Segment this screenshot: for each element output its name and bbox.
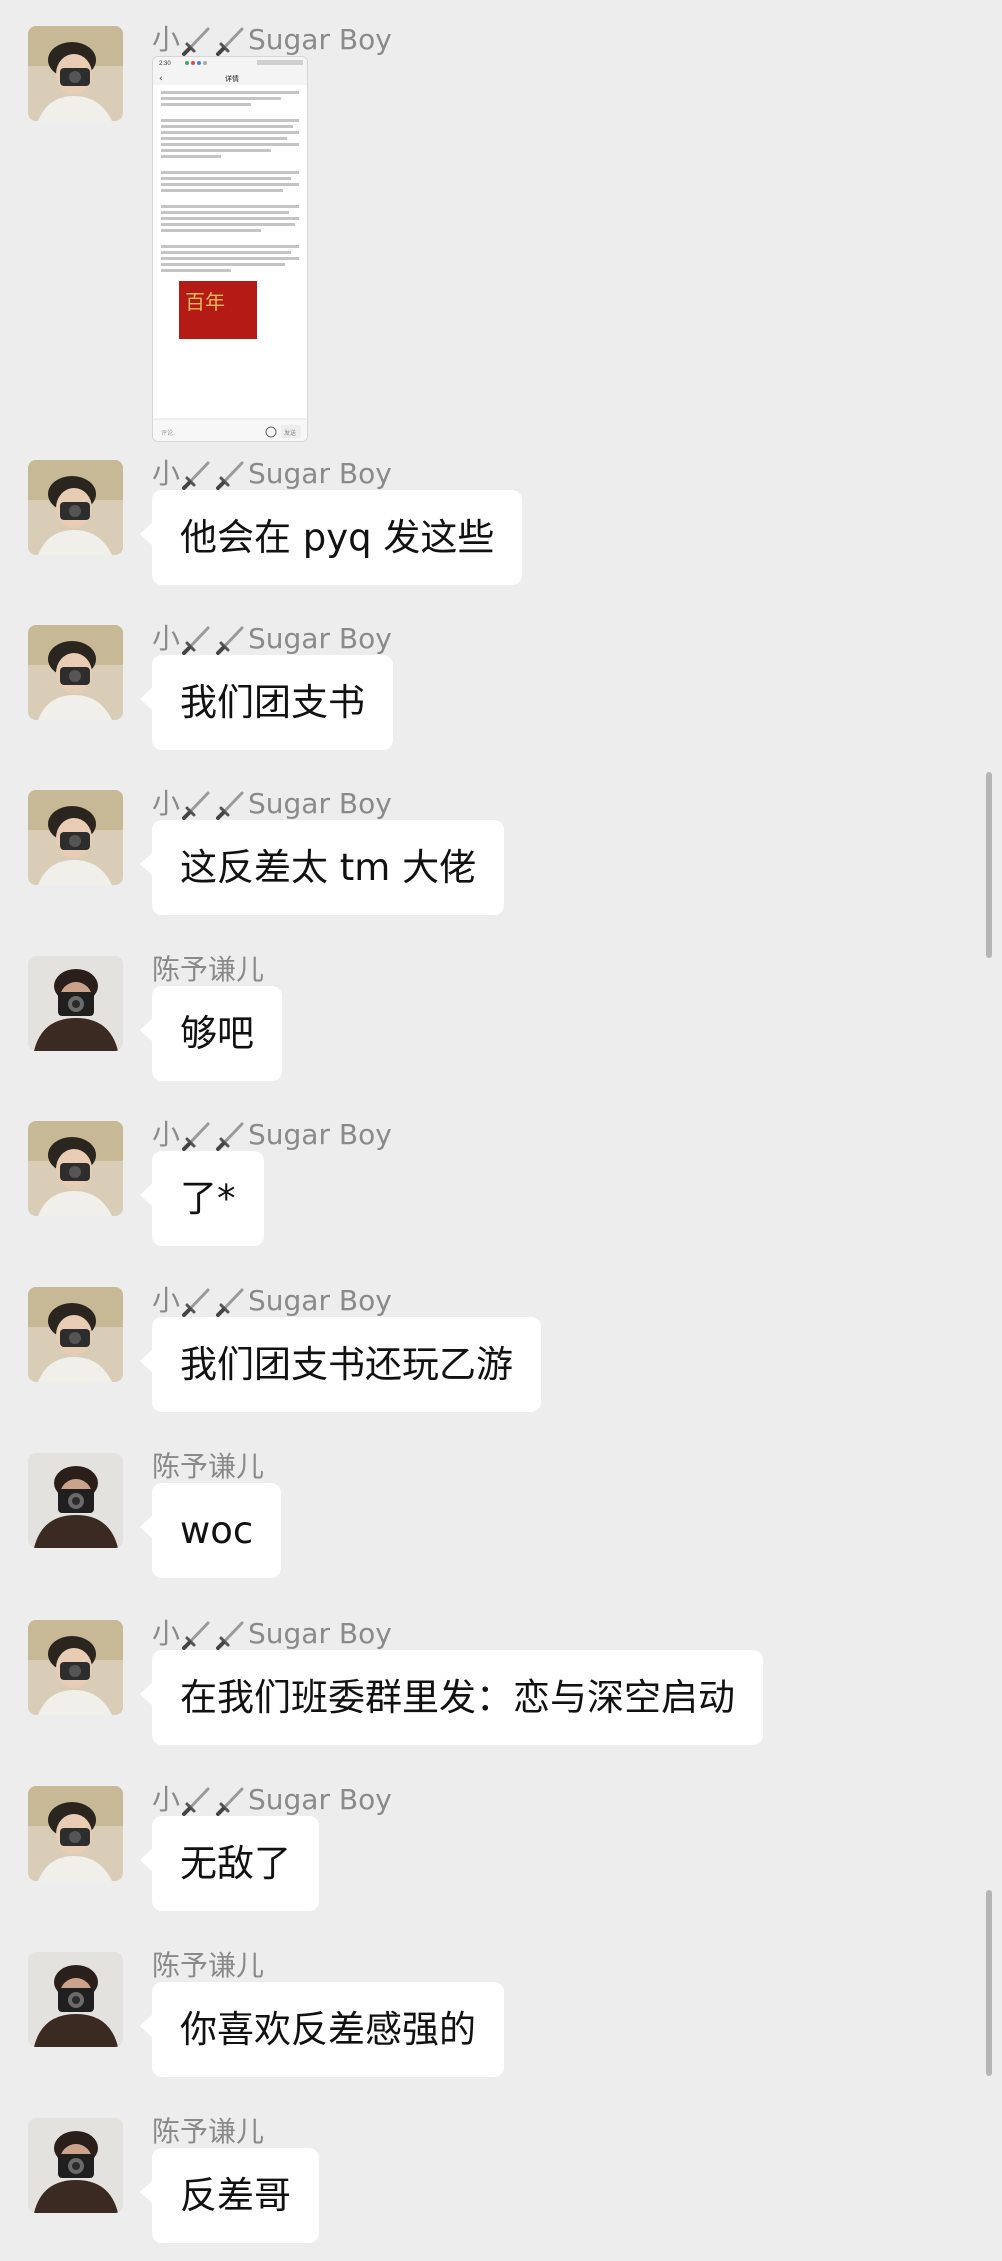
message-bubble[interactable]: 无敌了 xyxy=(140,1816,319,1911)
message-bubble[interactable]: woc xyxy=(139,1483,282,1578)
image-input-placeholder: 评论 xyxy=(161,429,173,437)
image-title: 详情 xyxy=(225,74,239,83)
sender-name: 小 Sugar Boy xyxy=(152,1783,392,1816)
dagger-icon xyxy=(216,791,244,820)
avatar-sugar-boy[interactable] xyxy=(28,1121,123,1216)
dagger-icon xyxy=(216,626,244,655)
dagger-icon xyxy=(182,626,210,655)
avatar-sugar-boy[interactable] xyxy=(28,460,123,555)
message-bubble[interactable]: 我们团支书 xyxy=(140,655,393,750)
message-bubble[interactable]: 反差哥 xyxy=(140,2148,319,2243)
dagger-icon xyxy=(216,27,244,56)
dagger-icon xyxy=(182,27,210,56)
dagger-icon xyxy=(216,1787,244,1816)
dagger-icon xyxy=(216,461,244,490)
dagger-icon xyxy=(182,1787,210,1816)
sender-name: 小 Sugar Boy xyxy=(152,622,392,655)
image-send-label: 发送 xyxy=(284,429,296,437)
dagger-icon xyxy=(182,791,210,820)
message-bubble[interactable]: 这反差太 tm 大佬 xyxy=(139,820,505,915)
sender-name: 小 Sugar Boy xyxy=(152,1284,392,1317)
image-message-thumbnail[interactable]: 2:30 ‹ 详情 百年 评论 发送 xyxy=(152,56,308,442)
dagger-icon xyxy=(182,461,210,490)
scrollbar-thumb[interactable] xyxy=(986,772,992,958)
image-status-time: 2:30 xyxy=(159,61,171,67)
sender-name: 小 Sugar Boy xyxy=(152,787,392,820)
avatar-sugar-boy[interactable] xyxy=(28,26,123,121)
sender-name: 小 Sugar Boy xyxy=(152,23,392,56)
message-bubble[interactable]: 了* xyxy=(140,1151,264,1246)
avatar-sugar-boy[interactable] xyxy=(28,625,123,720)
avatar-sugar-boy[interactable] xyxy=(28,1620,123,1715)
scrollbar-thumb-secondary[interactable] xyxy=(986,1890,992,2076)
dagger-icon xyxy=(182,1288,210,1317)
message-bubble[interactable]: 够吧 xyxy=(140,986,282,1081)
avatar-sugar-boy[interactable] xyxy=(28,1287,123,1382)
dagger-icon xyxy=(182,1122,210,1151)
avatar-chen-yu-qian[interactable] xyxy=(28,1453,123,1548)
sender-name: 陈予谦儿 xyxy=(152,2115,265,2148)
dagger-icon xyxy=(216,1621,244,1650)
dagger-icon xyxy=(216,1122,244,1151)
message-bubble[interactable]: 在我们班委群里发：恋与深空启动 xyxy=(140,1650,763,1745)
avatar-chen-yu-qian[interactable] xyxy=(28,2118,123,2213)
avatar-sugar-boy[interactable] xyxy=(28,790,123,885)
avatar-sugar-boy[interactable] xyxy=(28,1786,123,1881)
dagger-icon xyxy=(216,1288,244,1317)
sender-name: 小 Sugar Boy xyxy=(152,1617,392,1650)
sender-name: 小 Sugar Boy xyxy=(152,457,392,490)
svg-text:‹: ‹ xyxy=(159,74,163,84)
sender-name: 陈予谦儿 xyxy=(152,1949,265,1982)
sender-name: 陈予谦儿 xyxy=(152,1450,265,1483)
message-bubble[interactable]: 他会在 pyq 发这些 xyxy=(139,490,523,585)
message-bubble[interactable]: 你喜欢反差感强的 xyxy=(140,1982,504,2077)
image-poster-text: 百年 xyxy=(185,291,225,314)
avatar-chen-yu-qian[interactable] xyxy=(28,956,123,1051)
dagger-icon xyxy=(182,1621,210,1650)
sender-name: 小 Sugar Boy xyxy=(152,1118,392,1151)
sender-name: 陈予谦儿 xyxy=(152,953,265,986)
avatar-chen-yu-qian[interactable] xyxy=(28,1952,123,2047)
message-bubble[interactable]: 我们团支书还玩乙游 xyxy=(140,1317,541,1412)
